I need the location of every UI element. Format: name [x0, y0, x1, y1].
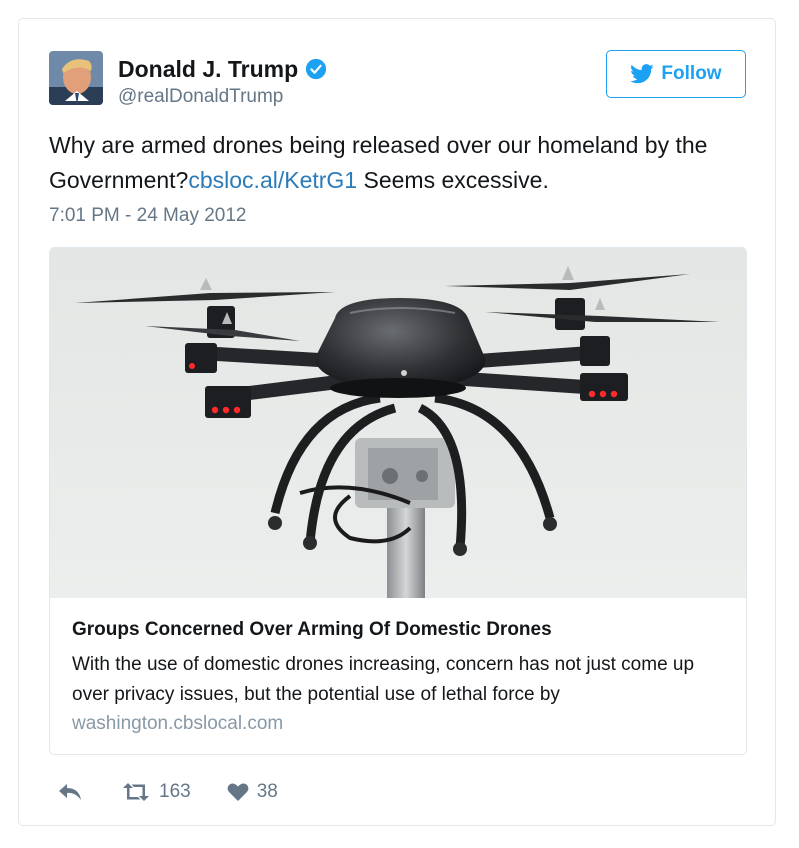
- twitter-bird-icon: [630, 64, 655, 84]
- card-description: With the use of domestic drones increasi…: [72, 654, 695, 705]
- card-title: Groups Concerned Over Arming Of Domestic…: [72, 619, 552, 640]
- retweet-icon: [121, 781, 151, 803]
- like-button[interactable]: 38: [219, 781, 278, 803]
- reply-icon: [57, 781, 83, 803]
- retweet-count: 163: [159, 781, 191, 802]
- tweet-link[interactable]: cbsloc.al/KetrG1: [188, 167, 357, 193]
- author-handle[interactable]: @realDonaldTrump: [118, 85, 283, 109]
- like-count: 38: [256, 781, 278, 802]
- verified-badge-icon: [305, 58, 327, 80]
- tweet-text: Why are armed drones being released over…: [49, 128, 739, 198]
- author-name[interactable]: Donald J. Trump: [118, 55, 298, 83]
- avatar[interactable]: [49, 51, 103, 105]
- heart-icon: [227, 782, 249, 802]
- retweet-button[interactable]: 163: [113, 781, 191, 803]
- author-name-row[interactable]: Donald J. Trump: [118, 55, 327, 83]
- tweet-timestamp[interactable]: 7:01 PM - 24 May 2012: [49, 203, 247, 229]
- drone-photo[interactable]: [50, 248, 746, 598]
- card-domain: washington.cbslocal.com: [72, 713, 284, 734]
- reply-button[interactable]: [49, 781, 83, 803]
- link-preview-card[interactable]: Groups Concerned Over Arming Of Domestic…: [49, 247, 747, 755]
- tweet-card: Donald J. Trump @realDonaldTrump Follow …: [18, 18, 776, 826]
- follow-button[interactable]: Follow: [606, 50, 746, 98]
- follow-label: Follow: [661, 63, 722, 84]
- tweet-text-tail: Seems excessive.: [357, 167, 549, 193]
- tweet-actions: 163 38: [49, 779, 278, 805]
